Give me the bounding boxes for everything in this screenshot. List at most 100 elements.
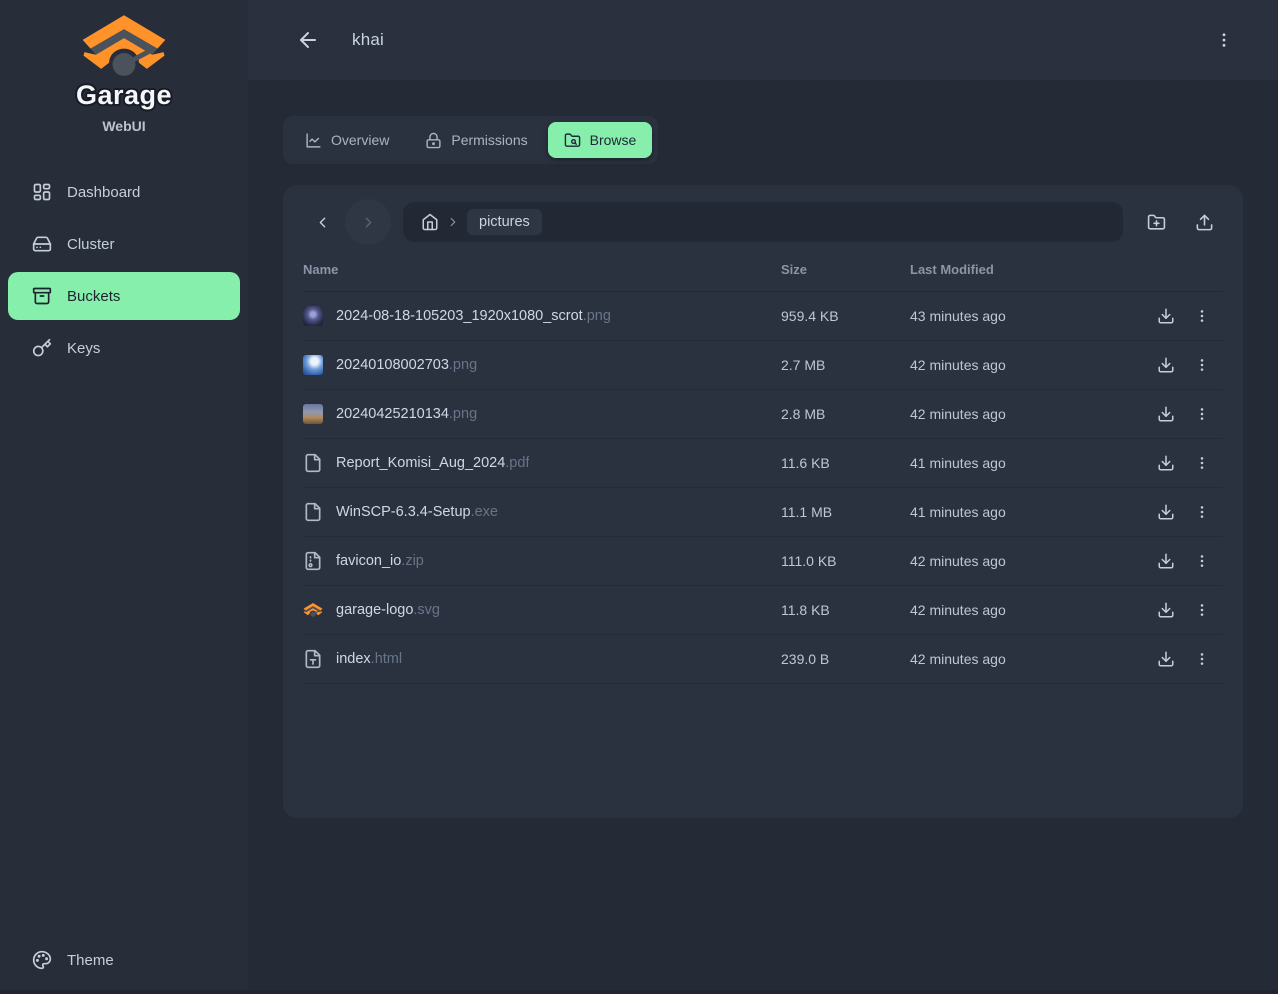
file-archive-icon xyxy=(303,551,323,571)
file-link[interactable]: favicon_io.zip xyxy=(303,551,781,571)
table-row: 2024-08-18-105203_1920x1080_scrot.png 95… xyxy=(303,292,1223,341)
column-header-modified: Last Modified xyxy=(910,262,1145,277)
file-extension: .png xyxy=(449,357,477,373)
tab-label: Browse xyxy=(590,132,637,148)
file-modified: 41 minutes ago xyxy=(910,455,1145,471)
download-icon xyxy=(1157,454,1175,472)
image-thumbnail xyxy=(303,355,323,375)
download-button[interactable] xyxy=(1151,350,1181,380)
kebab-menu-icon xyxy=(1194,504,1210,520)
file-text-icon xyxy=(303,649,323,669)
download-button[interactable] xyxy=(1151,546,1181,576)
kebab-menu-icon xyxy=(1194,406,1210,422)
app-subtitle: WebUI xyxy=(102,118,145,134)
file-extension: .png xyxy=(449,406,477,422)
tab-overview[interactable]: Overview xyxy=(289,122,405,158)
table-row: 20240425210134.png 2.8 MB 42 minutes ago xyxy=(303,390,1223,439)
lock-icon xyxy=(425,132,442,149)
sidebar-item-label: Buckets xyxy=(67,288,120,305)
row-menu-button[interactable] xyxy=(1187,546,1217,576)
sidebar-spacer xyxy=(0,372,248,902)
download-icon xyxy=(1157,307,1175,325)
chevron-left-icon xyxy=(314,214,331,231)
sidebar-item-cluster[interactable]: Cluster xyxy=(8,220,240,268)
row-menu-button[interactable] xyxy=(1187,644,1217,674)
sidebar-item-keys[interactable]: Keys xyxy=(8,324,240,372)
download-button[interactable] xyxy=(1151,595,1181,625)
main-area: khai Overview Permissions xyxy=(248,0,1278,994)
download-button[interactable] xyxy=(1151,448,1181,478)
table-header: Name Size Last Modified xyxy=(303,248,1223,292)
sidebar-item-dashboard[interactable]: Dashboard xyxy=(8,168,240,216)
chevron-right-icon xyxy=(360,214,377,231)
home-icon[interactable] xyxy=(421,213,439,231)
file-link[interactable]: 20240108002703.png xyxy=(303,355,781,375)
row-menu-button[interactable] xyxy=(1187,350,1217,380)
topbar: khai xyxy=(248,0,1278,80)
table-row: Report_Komisi_Aug_2024.pdf 11.6 KB 41 mi… xyxy=(303,439,1223,488)
garage-logo-thumbnail xyxy=(303,600,323,620)
row-menu-button[interactable] xyxy=(1187,448,1217,478)
file-size: 959.4 KB xyxy=(781,308,910,324)
new-folder-button[interactable] xyxy=(1137,203,1175,241)
file-name: favicon_io.zip xyxy=(336,553,424,569)
row-menu-button[interactable] xyxy=(1187,595,1217,625)
bucket-title: khai xyxy=(352,30,384,50)
download-button[interactable] xyxy=(1151,644,1181,674)
file-modified: 42 minutes ago xyxy=(910,406,1145,422)
download-icon xyxy=(1157,356,1175,374)
palette-icon xyxy=(32,950,52,970)
tab-permissions[interactable]: Permissions xyxy=(409,122,543,158)
nav-back-button[interactable] xyxy=(303,203,341,241)
file-link[interactable]: WinSCP-6.3.4-Setup.exe xyxy=(303,502,781,522)
kebab-menu-icon xyxy=(1194,651,1210,667)
sidebar-item-buckets[interactable]: Buckets xyxy=(8,272,240,320)
tab-browse[interactable]: Browse xyxy=(548,122,653,158)
file-name: 2024-08-18-105203_1920x1080_scrot.png xyxy=(336,308,611,324)
file-link[interactable]: 20240425210134.png xyxy=(303,404,781,424)
download-button[interactable] xyxy=(1151,399,1181,429)
nav-forward-button[interactable] xyxy=(345,199,391,245)
window-bottom-edge xyxy=(0,990,1278,994)
download-button[interactable] xyxy=(1151,497,1181,527)
garage-webui-app: Garage WebUI Dashboard Cluster xyxy=(0,0,1278,994)
row-menu-button[interactable] xyxy=(1187,497,1217,527)
file-link[interactable]: garage-logo.svg xyxy=(303,600,781,620)
back-button[interactable] xyxy=(296,26,324,54)
download-icon xyxy=(1157,650,1175,668)
theme-toggle[interactable]: Theme xyxy=(8,936,240,984)
chevron-right-icon xyxy=(446,215,460,229)
row-menu-button[interactable] xyxy=(1187,301,1217,331)
content: Overview Permissions Browse xyxy=(248,80,1278,818)
table-row: favicon_io.zip 111.0 KB 42 minutes ago xyxy=(303,537,1223,586)
file-link[interactable]: index.html xyxy=(303,649,781,669)
file-extension: .png xyxy=(583,308,611,324)
app-title: Garage xyxy=(76,80,172,111)
object-browser-card: pictures xyxy=(283,185,1243,818)
file-link[interactable]: 2024-08-18-105203_1920x1080_scrot.png xyxy=(303,306,781,326)
sidebar: Garage WebUI Dashboard Cluster xyxy=(0,0,248,994)
upload-button[interactable] xyxy=(1185,203,1223,241)
image-thumbnail xyxy=(303,404,323,424)
breadcrumb-folder[interactable]: pictures xyxy=(467,209,542,235)
file-modified: 42 minutes ago xyxy=(910,651,1145,667)
file-name: index.html xyxy=(336,651,402,667)
buckets-icon xyxy=(32,286,52,306)
kebab-menu-icon xyxy=(1194,553,1210,569)
upload-icon xyxy=(1195,213,1214,232)
kebab-menu-icon xyxy=(1194,308,1210,324)
download-icon xyxy=(1157,503,1175,521)
bucket-menu-button[interactable] xyxy=(1210,26,1238,54)
download-icon xyxy=(1157,552,1175,570)
file-name: 20240108002703.png xyxy=(336,357,477,373)
table-row: garage-logo.svg 11.8 KB 42 minutes ago xyxy=(303,586,1223,635)
row-menu-button[interactable] xyxy=(1187,399,1217,429)
logo-block: Garage WebUI xyxy=(0,0,248,134)
download-button[interactable] xyxy=(1151,301,1181,331)
breadcrumb-toolbar: pictures xyxy=(303,198,1223,246)
file-link[interactable]: Report_Komisi_Aug_2024.pdf xyxy=(303,453,781,473)
sidebar-item-label: Dashboard xyxy=(67,184,140,201)
image-thumbnail xyxy=(303,306,323,326)
download-icon xyxy=(1157,601,1175,619)
tab-label: Overview xyxy=(331,132,389,148)
